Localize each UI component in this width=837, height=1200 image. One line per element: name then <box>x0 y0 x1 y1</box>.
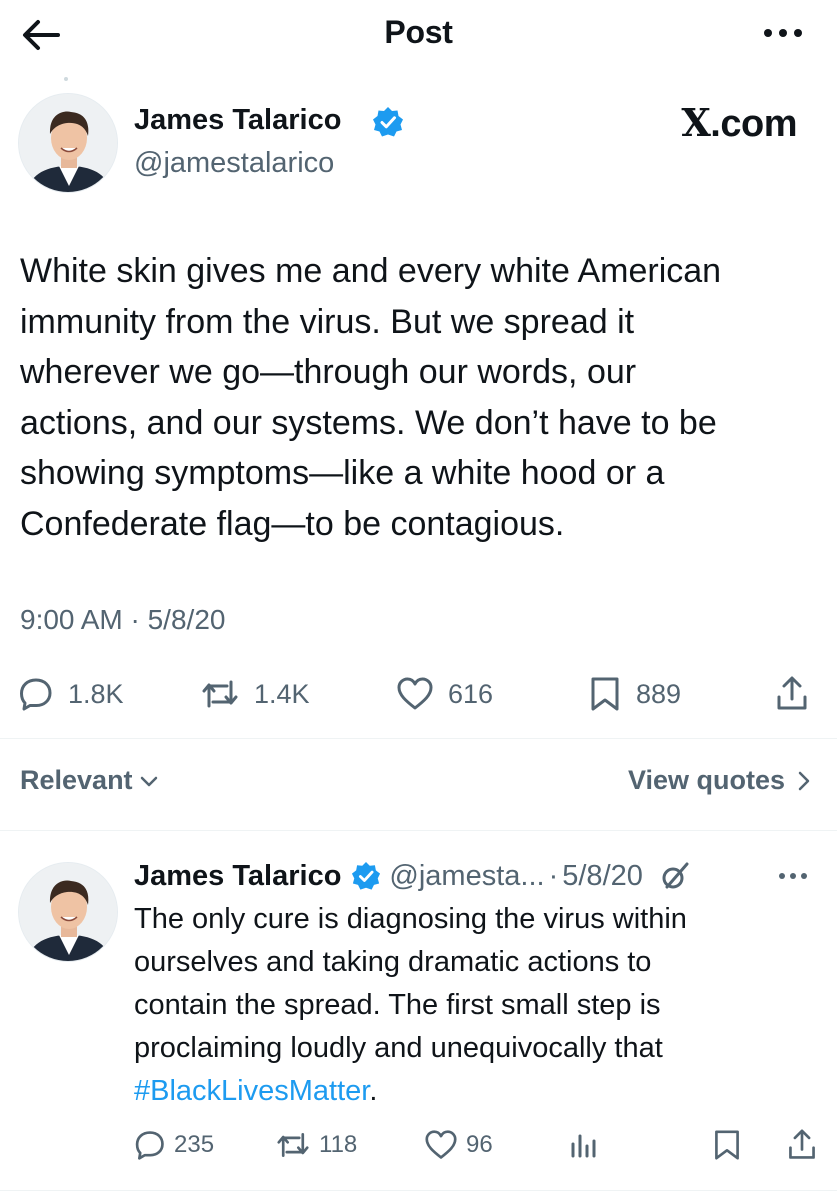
repost-icon <box>277 1133 309 1157</box>
reply-icon <box>135 1131 164 1160</box>
reply-count: 1.8K <box>68 678 124 709</box>
verified-badge-icon <box>372 106 404 138</box>
reply-text-line: The only cure is diagnosing the virus wi… <box>134 903 687 935</box>
reply-text: The only cure is diagnosing the virus wi… <box>134 898 814 1113</box>
chevron-right-icon <box>798 771 810 790</box>
more-options-button[interactable] <box>761 20 805 46</box>
reply-date[interactable]: 5/8/20 <box>562 860 643 893</box>
bookmark-icon <box>591 677 619 711</box>
view-quotes-link[interactable]: View quotes <box>628 765 811 796</box>
post-text-line: showing symptoms—like a white hood or a <box>20 454 665 492</box>
reply-text-line: proclaiming loudly and unequivocally tha… <box>134 1032 663 1064</box>
bookmark-button[interactable]: 889 <box>588 672 681 716</box>
avatar-portrait <box>19 94 117 192</box>
share-icon <box>789 1129 815 1159</box>
grok-icon[interactable] <box>659 860 691 892</box>
reply-button[interactable]: 1.8K <box>18 672 124 716</box>
share-button[interactable] <box>774 672 810 716</box>
post-text-line: immunity from the virus. But we spread i… <box>20 302 635 341</box>
thread-dot <box>64 77 68 81</box>
reply-text-line: ourselves and taking dramatic actions to <box>134 946 652 978</box>
heart-icon <box>425 1130 457 1159</box>
verified-badge-icon <box>352 861 381 890</box>
separator-dot: · <box>548 859 559 892</box>
heart-icon <box>397 677 433 710</box>
like-count: 616 <box>448 678 494 709</box>
post-text-line: actions, and our systems. We don’t have … <box>20 403 717 442</box>
analytics-icon <box>571 1134 596 1158</box>
repost-count: 1.4K <box>254 678 310 709</box>
post-text-line: White skin gives me and every white Amer… <box>20 252 722 290</box>
reply-bookmark-button[interactable] <box>712 1126 742 1164</box>
reply-repost-count: 118 <box>319 1131 358 1158</box>
post-text-line: wherever we go—through our words, our <box>20 353 637 391</box>
reply-text-line: #BlackLivesMatter. <box>134 1070 814 1113</box>
bookmark-icon <box>715 1130 739 1160</box>
post-timestamp[interactable]: 9:00 AM · 5/8/20 <box>20 604 225 636</box>
avatar-portrait <box>19 863 117 961</box>
author-name[interactable]: James Talarico <box>134 104 341 137</box>
reply-avatar[interactable] <box>18 862 118 962</box>
ellipsis-icon <box>779 873 807 879</box>
author-handle[interactable]: @jamestalarico <box>134 147 334 180</box>
hashtag-suffix: . <box>369 1075 378 1107</box>
share-icon <box>777 676 807 710</box>
post-text: White skin gives me and every white Amer… <box>20 246 820 549</box>
hashtag-link[interactable]: #BlackLivesMatter <box>134 1075 369 1107</box>
reply-share-button[interactable] <box>786 1126 818 1164</box>
divider <box>0 738 837 739</box>
ellipsis-icon <box>764 29 802 37</box>
sort-label: Relevant <box>20 765 133 795</box>
reply-repost-button[interactable]: 118 <box>275 1126 357 1164</box>
reply-like-count: 96 <box>466 1131 493 1158</box>
reply-more-button[interactable] <box>777 866 809 886</box>
reply-reply-count: 235 <box>174 1131 215 1158</box>
divider <box>0 1190 837 1191</box>
reply-author-handle[interactable]: @jamesta... <box>389 860 544 893</box>
reply-views-button[interactable] <box>568 1126 598 1164</box>
divider <box>0 830 837 831</box>
reply-icon <box>20 678 52 711</box>
reply-reply-button[interactable]: 235 <box>134 1126 214 1164</box>
source-watermark: X.com <box>681 100 797 145</box>
sort-dropdown[interactable]: Relevant <box>20 765 159 796</box>
view-quotes-label: View quotes <box>627 765 785 795</box>
like-button[interactable]: 616 <box>396 672 493 716</box>
reply-like-button[interactable]: 96 <box>424 1126 493 1164</box>
avatar[interactable] <box>18 93 118 193</box>
post-text-line: Confederate flag—to be contagious. <box>20 504 565 543</box>
repost-icon <box>202 680 238 708</box>
page-title: Post <box>384 14 453 50</box>
repost-button[interactable]: 1.4K <box>200 672 310 716</box>
bookmark-count: 889 <box>636 678 682 709</box>
reply-header: James Talarico @jamesta... · 5/8/20 <box>134 856 691 896</box>
reply-text-line: contain the spread. The first small step… <box>134 989 661 1021</box>
chevron-down-icon <box>140 776 157 786</box>
reply-author-name[interactable]: James Talarico <box>134 860 341 893</box>
